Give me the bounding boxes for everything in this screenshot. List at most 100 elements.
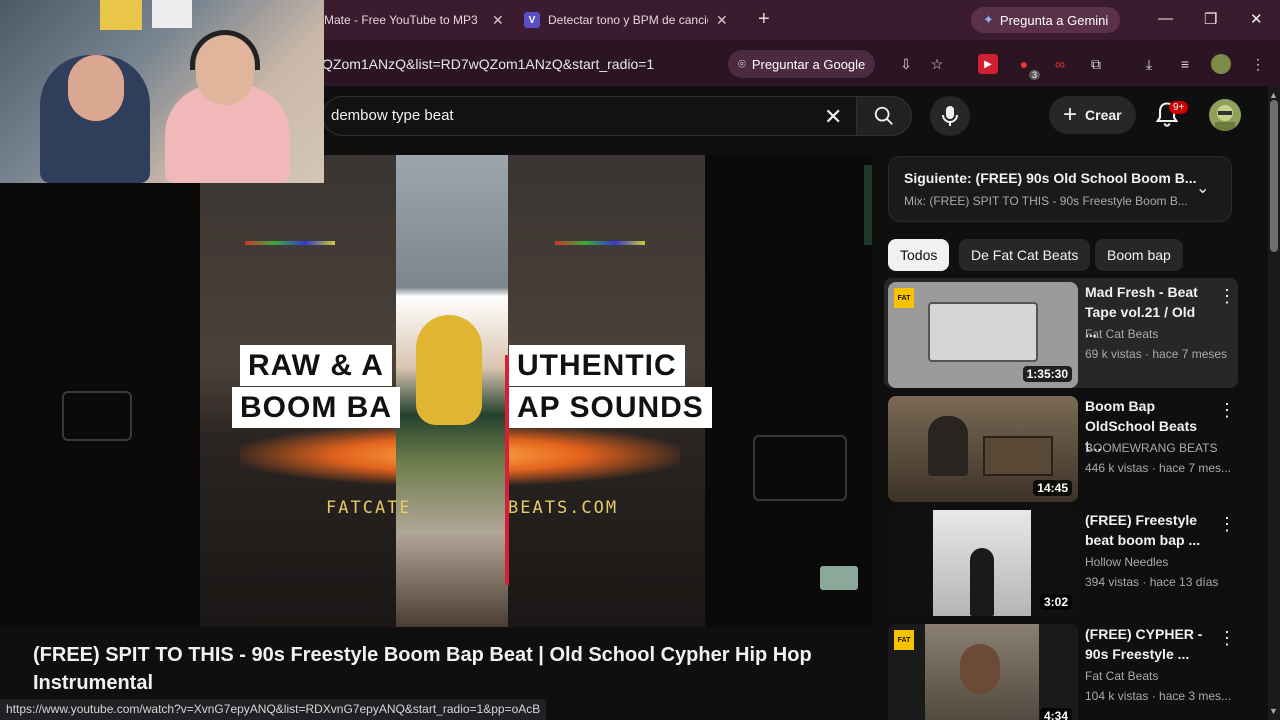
chip-all[interactable]: Todos <box>888 239 950 271</box>
glitch-line <box>555 241 645 245</box>
channel-logo: FAT <box>894 288 914 308</box>
recommendation-item[interactable]: FAT 1:35:30 Mad Fresh - Beat Tape vol.21… <box>884 278 1238 388</box>
hanging-shirt <box>100 0 142 30</box>
video-overlay-text: UTHENTIC <box>509 345 685 386</box>
close-icon[interactable]: ✕ <box>492 12 504 29</box>
tab-mp3-converter[interactable]: Mate - Free YouTube to MP3 ✕ <box>314 6 514 34</box>
rec-meta: 69 k vistas · hace 7 meses <box>1085 347 1228 361</box>
tab-title: Detectar tono y BPM de canción <box>548 13 708 27</box>
recommendation-item[interactable]: FAT 4:34 (FREE) CYPHER - 90s Freestyle .… <box>888 620 1238 720</box>
new-tab-button[interactable]: + <box>758 8 770 31</box>
video-overlay-text: AP SOUNDS <box>509 387 712 428</box>
recommendation-item[interactable]: 3:02 (FREE) Freestyle beat boom bap ... … <box>888 506 1238 616</box>
video-overlay-text: RAW & A <box>240 345 392 386</box>
mix-subtitle: Mix: (FREE) SPIT TO THIS - 90s Freestyle… <box>904 194 1188 208</box>
channel-logo: FAT <box>894 630 914 650</box>
duration-badge: 4:34 <box>1039 708 1072 720</box>
more-options-icon[interactable]: ⋮ <box>1218 628 1236 649</box>
scrollbar-thumb[interactable] <box>1270 100 1278 252</box>
rec-meta: 446 k vistas · hace 7 mes... <box>1085 461 1232 475</box>
clear-search-icon[interactable]: ✕ <box>824 104 842 130</box>
rec-title[interactable]: (FREE) Freestyle beat boom bap ... <box>1085 510 1210 550</box>
extension-badge: 3 <box>1028 70 1040 80</box>
figure-graphic <box>970 548 994 616</box>
notification-count-badge: 9+ <box>1169 101 1189 114</box>
masked-figure <box>416 315 482 425</box>
install-app-icon[interactable]: ⇩ <box>896 54 916 74</box>
link-status-bar: https://www.youtube.com/watch?v=XvnG7epy… <box>0 699 547 720</box>
extension-red-icon[interactable]: ▶ <box>978 54 998 74</box>
plus-icon: + <box>1063 101 1078 128</box>
voice-search-button[interactable] <box>930 96 970 136</box>
playlist-next-panel[interactable] <box>888 156 1232 222</box>
close-window-button[interactable]: ✕ <box>1250 10 1263 28</box>
browser-profile-avatar[interactable] <box>1211 54 1231 74</box>
player-edge <box>864 165 872 245</box>
gemini-star-icon: ✦ <box>983 12 994 27</box>
video-player[interactable]: RAW & A UTHENTIC BOOM BA AP SOUNDS FATCA… <box>0 155 872 627</box>
download-icon[interactable]: ⤓ <box>1139 54 1159 74</box>
avatar-image <box>1215 105 1235 131</box>
video-thumbnail[interactable]: 14:45 <box>888 396 1078 502</box>
cassette-icon <box>820 566 858 590</box>
video-overlay-text: BOOM BA <box>232 387 400 428</box>
rec-channel[interactable]: Hollow Needles <box>1085 555 1168 569</box>
video-url-text: BEATS.COM <box>508 498 619 518</box>
gemini-button[interactable]: ✦ Pregunta a Gemini <box>971 7 1121 33</box>
glitch-line <box>245 241 335 245</box>
hanging-shirt <box>152 0 192 28</box>
rec-channel[interactable]: Fat Cat Beats <box>1085 327 1158 341</box>
search-icon <box>874 106 893 125</box>
create-label: Crear <box>1085 107 1122 123</box>
tab-bpm-detector[interactable]: V Detectar tono y BPM de canción ✕ <box>514 6 738 34</box>
account-avatar[interactable] <box>1209 99 1241 131</box>
ask-google-label: Preguntar a Google <box>751 56 866 72</box>
rec-title[interactable]: (FREE) CYPHER - 90s Freestyle ... <box>1085 624 1210 664</box>
recommendation-item[interactable]: 14:45 Boom Bap OldSchool Beats t... BOOM… <box>888 392 1238 502</box>
search-query: dembow type beat <box>331 107 454 124</box>
bookmark-star-icon[interactable]: ☆ <box>927 54 947 74</box>
v-letter-icon: V <box>524 12 540 28</box>
extensions-puzzle-icon[interactable]: ⧉ <box>1086 54 1106 74</box>
minimize-button[interactable]: — <box>1158 10 1173 27</box>
rec-channel[interactable]: BOOMEWRANG BEATS <box>1085 441 1217 455</box>
extension-badge-icon[interactable]: ● 3 <box>1014 54 1040 80</box>
browser-menu-icon[interactable]: ⋮ <box>1248 54 1268 74</box>
address-bar[interactable]: QZom1ANzQ&list=RD7wQZom1ANzQ&start_radio… <box>322 56 654 72</box>
cassette-graphic <box>928 302 1038 362</box>
gemini-label: Pregunta a Gemini <box>999 12 1109 28</box>
video-thumbnail[interactable]: FAT 1:35:30 <box>888 282 1078 388</box>
player-ghost-button <box>62 391 132 441</box>
more-options-icon[interactable]: ⋮ <box>1218 400 1236 421</box>
scroll-down-arrow[interactable]: ▼ <box>1269 706 1278 716</box>
extension-infinity-icon[interactable]: ∞ <box>1050 54 1070 74</box>
scroll-up-arrow[interactable]: ▲ <box>1269 90 1278 100</box>
person-left-head <box>68 55 124 121</box>
more-options-icon[interactable]: ⋮ <box>1218 286 1236 307</box>
next-up-title: Siguiente: (FREE) 90s Old School Boom B.… <box>904 170 1197 186</box>
chip-boom-bap[interactable]: Boom bap <box>1095 239 1183 271</box>
more-options-icon[interactable]: ⋮ <box>1218 514 1236 535</box>
duration-badge: 3:02 <box>1039 594 1072 610</box>
video-thumbnail[interactable]: FAT 4:34 <box>888 624 1078 720</box>
lens-icon: ⌾ <box>738 56 746 71</box>
person-graphic <box>960 644 1000 694</box>
maximize-button[interactable]: ❐ <box>1204 10 1217 28</box>
chevron-down-icon[interactable]: ⌄ <box>1196 178 1209 198</box>
ask-google-button[interactable]: ⌾ Preguntar a Google <box>728 50 876 78</box>
boombox-graphic <box>983 436 1053 476</box>
search-button[interactable] <box>856 96 912 136</box>
video-thumbnail[interactable]: 3:02 <box>888 510 1078 616</box>
chip-from-channel[interactable]: De Fat Cat Beats <box>959 239 1091 271</box>
player-ghost-button <box>753 435 847 501</box>
webcam-overlay <box>0 0 324 183</box>
video-title: (FREE) SPIT TO THIS - 90s Freestyle Boom… <box>33 644 812 694</box>
duration-badge: 1:35:30 <box>1022 366 1072 382</box>
video-url-text: FATCATE <box>326 498 412 518</box>
microphone-icon <box>942 106 958 126</box>
media-control-icon[interactable]: ≡ <box>1175 54 1195 74</box>
close-icon[interactable]: ✕ <box>716 12 728 29</box>
figure-graphic <box>928 416 968 476</box>
create-button[interactable]: + Crear <box>1049 96 1136 134</box>
rec-channel[interactable]: Fat Cat Beats <box>1085 669 1158 683</box>
